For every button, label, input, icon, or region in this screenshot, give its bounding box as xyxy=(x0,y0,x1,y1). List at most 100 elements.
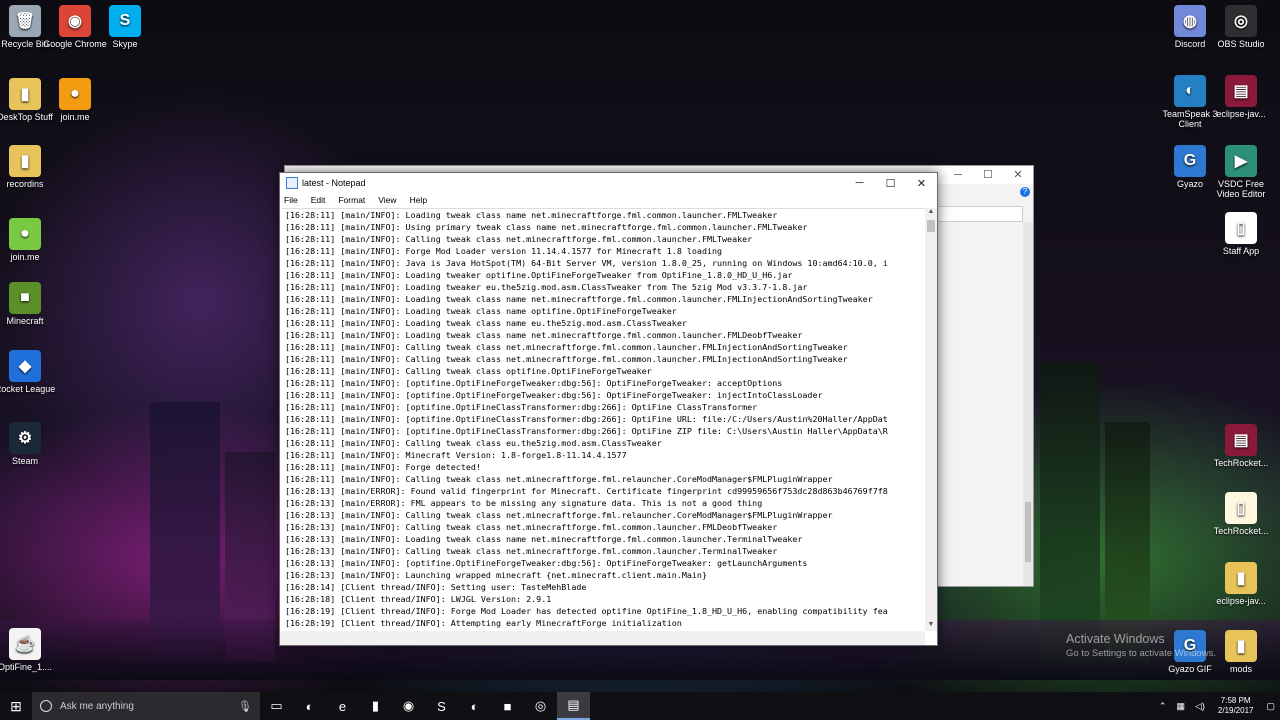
folder-icon: ▮ xyxy=(9,78,41,110)
clock-time: 7:58 PM xyxy=(1220,696,1251,705)
edge-icon[interactable]: e xyxy=(326,692,359,720)
skype-icon[interactable]: S xyxy=(425,692,458,720)
minimize-button[interactable]: ─ xyxy=(844,177,875,189)
obs-icon: ◎ xyxy=(1225,5,1257,37)
log-line: [16:28:11] [main/INFO]: Calling tweak cl… xyxy=(285,474,833,484)
folder-icon: ▮ xyxy=(9,145,41,177)
system-tray: ⌃ ▦ ◁) 7:58 PM 2/19/2017 ▢ xyxy=(1154,696,1280,716)
chevron-up-icon[interactable]: ⌃ xyxy=(1159,701,1167,712)
log-line: [16:28:11] [main/INFO]: [optifine.OptiFi… xyxy=(285,390,823,400)
log-line: [16:28:11] [main/INFO]: [optifine.OptiFi… xyxy=(285,402,758,412)
desktop-shortcut[interactable]: ▮ recordins xyxy=(0,145,60,189)
desktop-shortcut[interactable]: ● join.me xyxy=(40,78,110,122)
minecraft-icon: ■ xyxy=(9,282,41,314)
network-icon[interactable]: ▦ xyxy=(1176,701,1185,712)
vertical-scrollbar[interactable]: ▲ ▼ xyxy=(925,208,937,631)
log-line: [16:28:11] [main/INFO]: [optifine.OptiFi… xyxy=(285,414,888,424)
desktop-shortcut[interactable]: ● join.me xyxy=(0,218,60,262)
desktop-shortcut-label: Minecraft xyxy=(6,316,44,326)
scroll-up-icon[interactable]: ▲ xyxy=(925,208,937,218)
desktop-shortcut[interactable]: ▮ mods xyxy=(1206,630,1276,674)
notepad-icon[interactable]: ▤ xyxy=(557,692,590,720)
scrollbar[interactable] xyxy=(1023,222,1033,586)
microphone-icon[interactable]: 🎙 xyxy=(238,700,252,713)
menu-bar: File Edit Format View Help xyxy=(280,193,937,207)
close-button[interactable]: ✕ xyxy=(906,177,937,190)
log-line: [16:28:13] [main/INFO]: [optifine.OptiFi… xyxy=(285,558,808,568)
folder-icon: ▮ xyxy=(1225,562,1257,594)
volume-icon[interactable]: ◁) xyxy=(1195,701,1205,712)
log-line: [16:28:11] [main/INFO]: Calling tweak cl… xyxy=(285,354,848,364)
minimize-icon[interactable]: ─ xyxy=(943,166,973,184)
taskbar: ⊞ Ask me anything 🎙 ▭ ◐ e ▮ ◉ S ◐ ■ ◎ ▤ ⌃ ▦ ◁) 7:… xyxy=(0,692,1280,720)
maximize-icon[interactable]: ☐ xyxy=(973,166,1003,184)
desktop-shortcut[interactable]: ▮ eclipse-jav... xyxy=(1206,562,1276,606)
wallpaper-building xyxy=(1040,362,1100,662)
log-line: [16:28:11] [main/INFO]: Calling tweak cl… xyxy=(285,342,848,352)
clock[interactable]: 7:58 PM 2/19/2017 xyxy=(1218,696,1254,716)
minecraft-icon[interactable]: ■ xyxy=(491,692,524,720)
log-line: [16:28:11] [main/INFO]: Calling tweak cl… xyxy=(285,366,652,376)
desktop-shortcut[interactable]: ▯ Staff App xyxy=(1206,212,1276,256)
desktop-shortcut[interactable]: ▤ eclipse-jav... xyxy=(1206,75,1276,119)
desktop-shortcut-label: join.me xyxy=(60,112,90,122)
desktop-shortcut[interactable]: ■ Minecraft xyxy=(0,282,60,326)
menu-file[interactable]: File xyxy=(284,193,298,207)
desktop-shortcut[interactable]: ◎ OBS Studio xyxy=(1206,5,1276,49)
desktop-shortcut[interactable]: S Skype xyxy=(90,5,160,49)
log-line: [16:28:11] [main/INFO]: Minecraft Versio… xyxy=(285,450,627,460)
desktop-shortcut-label: recordins xyxy=(6,179,44,189)
chrome-icon: ◉ xyxy=(59,5,91,37)
task-view-icon[interactable]: ▭ xyxy=(260,692,293,720)
teamspeak-icon: ◐ xyxy=(1174,75,1206,107)
archive-icon: ▤ xyxy=(1225,424,1257,456)
scrollbar-thumb[interactable] xyxy=(927,220,935,232)
chrome-icon[interactable]: ◉ xyxy=(392,692,425,720)
notepad-titlebar[interactable]: latest - Notepad ─ ☐ ✕ xyxy=(280,173,937,193)
log-line: [16:28:13] [main/INFO]: Calling tweak cl… xyxy=(285,522,778,532)
desktop-shortcut-label: VSDC Free Video Editor xyxy=(1216,179,1266,199)
gyazo-icon: G xyxy=(1174,145,1206,177)
desktop-shortcut[interactable]: ☕ OptiFine_1.... xyxy=(0,628,60,672)
notepad-window[interactable]: latest - Notepad ─ ☐ ✕ File Edit Format … xyxy=(279,172,938,646)
search-input[interactable] xyxy=(931,206,1023,222)
skype-icon: S xyxy=(109,5,141,37)
close-icon[interactable]: ✕ xyxy=(1003,166,1033,184)
menu-format[interactable]: Format xyxy=(338,193,365,207)
desktop-shortcut[interactable]: ▶ VSDC Free Video Editor xyxy=(1206,145,1276,199)
scroll-down-icon[interactable]: ▼ xyxy=(925,621,937,631)
notifications-icon[interactable]: ▢ xyxy=(1266,701,1275,712)
windows-start-icon[interactable]: ⊞ xyxy=(0,692,32,720)
rocket-league-icon: ◆ xyxy=(9,350,41,382)
browser-icon[interactable]: ◐ xyxy=(293,692,326,720)
desktop-shortcut-label: OptiFine_1.... xyxy=(0,662,53,672)
clock-date: 2/19/2017 xyxy=(1217,706,1254,715)
obs-icon[interactable]: ◎ xyxy=(524,692,557,720)
horizontal-scrollbar[interactable] xyxy=(280,631,925,645)
desktop-shortcut[interactable]: ▯ TechRocket... xyxy=(1206,492,1276,536)
search-placeholder: Ask me anything xyxy=(60,700,134,712)
window-title: latest - Notepad xyxy=(302,178,366,188)
desktop-shortcut-label: Skype xyxy=(112,39,138,49)
log-line: [16:28:11] [main/INFO]: Forge detected! xyxy=(285,462,481,472)
scrollbar-thumb[interactable] xyxy=(1025,502,1031,562)
desktop-shortcut-label: Rocket League xyxy=(0,384,56,394)
cortana-search-box[interactable]: Ask me anything 🎙 xyxy=(32,692,260,720)
text-editor-area[interactable]: [16:28:11] [main/INFO]: Loading tweak cl… xyxy=(282,208,925,631)
joinme-icon: ● xyxy=(59,78,91,110)
help-icon[interactable]: ? xyxy=(1020,187,1030,197)
log-line: [16:28:11] [main/INFO]: Loading tweak cl… xyxy=(285,210,778,220)
file-icon: ▯ xyxy=(1225,212,1257,244)
desktop-shortcut[interactable]: ▤ TechRocket... xyxy=(1206,424,1276,468)
file-explorer-icon[interactable]: ▮ xyxy=(359,692,392,720)
log-line: [16:28:18] [Client thread/INFO]: LWJGL V… xyxy=(285,594,552,604)
maximize-button[interactable]: ☐ xyxy=(875,177,906,190)
menu-edit[interactable]: Edit xyxy=(311,193,326,207)
desktop-shortcut-label: eclipse-jav... xyxy=(1216,596,1266,606)
desktop-shortcut[interactable]: ◆ Rocket League xyxy=(0,350,60,394)
menu-help[interactable]: Help xyxy=(410,193,427,207)
desktop-shortcut[interactable]: ⚙ Steam xyxy=(0,422,60,466)
menu-view[interactable]: View xyxy=(378,193,396,207)
desktop-shortcut-label: TechRocket... xyxy=(1213,526,1269,536)
teamspeak-icon[interactable]: ◐ xyxy=(458,692,491,720)
